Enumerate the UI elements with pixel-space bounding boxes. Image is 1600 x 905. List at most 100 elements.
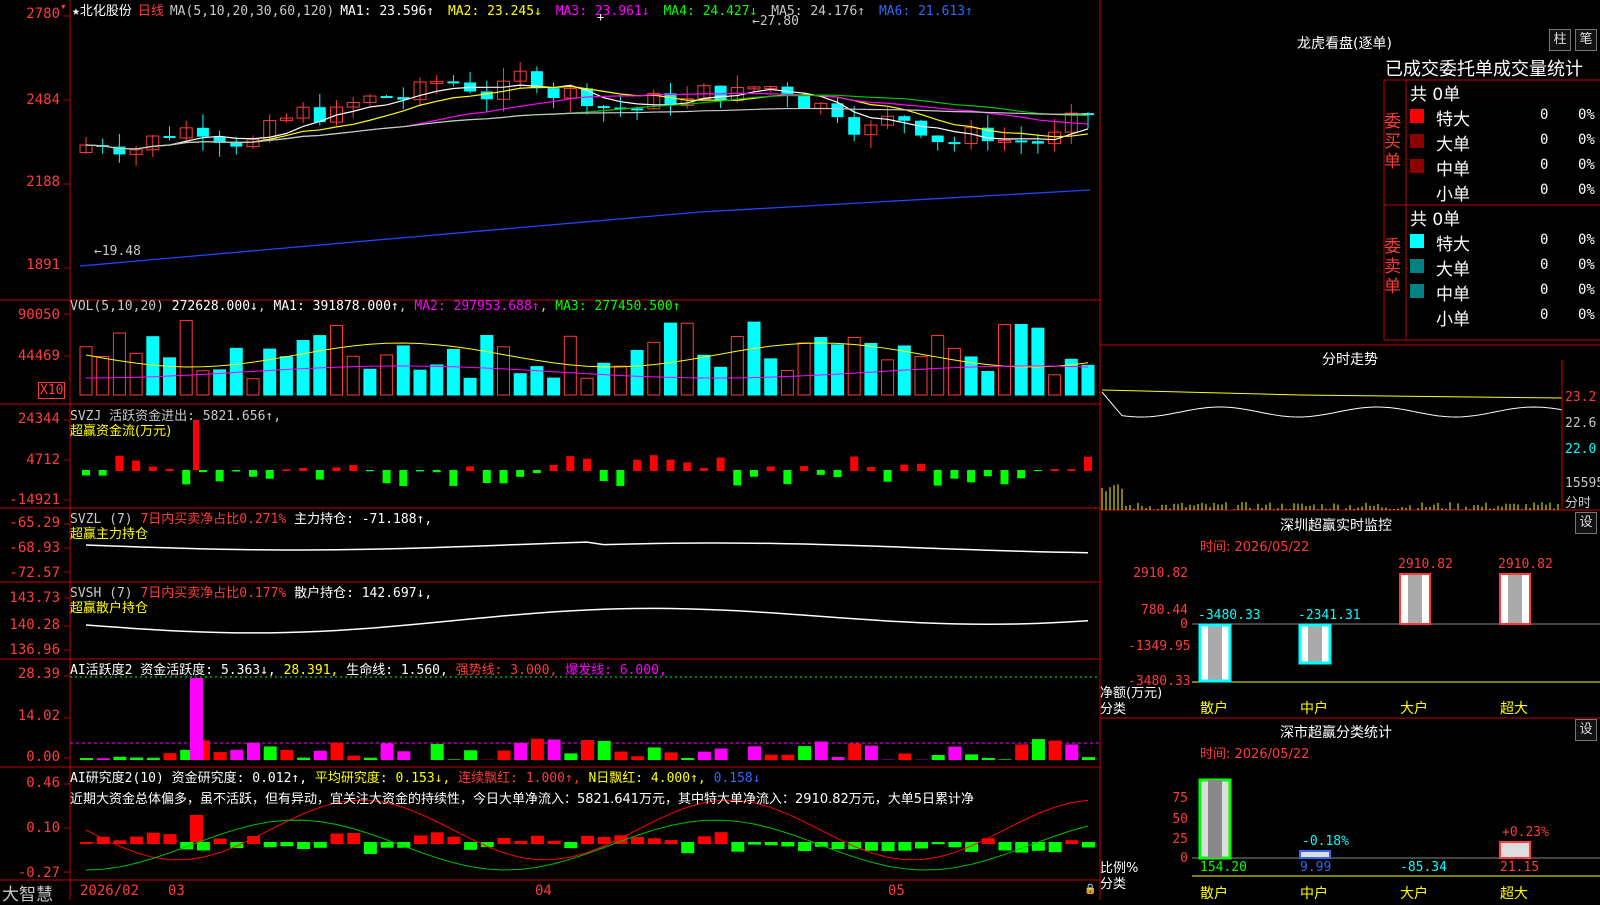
svzl-axis-bot: -72.57: [0, 565, 60, 581]
brand-logo[interactable]: 大智慧: [2, 880, 53, 905]
order-color-swatch: [1410, 159, 1424, 173]
candle-body: [230, 143, 242, 147]
svsh-ratio: 7日内买卖净占比0.177%: [140, 586, 286, 601]
buy-side-label: 委买单: [1384, 112, 1406, 172]
ai-research-axis-top: 0.46: [0, 775, 60, 791]
fund-flow-bar: [399, 470, 407, 486]
active-bar: [314, 751, 327, 760]
fund-flow-bar: [416, 470, 424, 471]
retail-hold-line: [86, 608, 1088, 633]
ai-research-header: AI研究度2(10) 资金研究度: 0.012↑, 平均研究度: 0.153↓,…: [70, 767, 761, 786]
ma-value-2: MA2: 23.245↓: [448, 4, 550, 19]
research-bar: [548, 841, 561, 844]
vol-unit-badge[interactable]: X10: [38, 382, 65, 399]
price-axis-label: 1891: [0, 257, 60, 273]
research-bar: [164, 834, 177, 844]
order-count: 0: [1540, 107, 1548, 123]
column-mode-button[interactable]: 柱: [1549, 29, 1571, 51]
monitor-settings-button[interactable]: 设: [1575, 512, 1597, 534]
volume-bar: [464, 378, 476, 395]
date-label-apr: 04: [535, 883, 552, 899]
active-bar: [982, 758, 995, 760]
date-label-mar: 03: [168, 883, 185, 899]
fund-flow-bar: [266, 470, 274, 479]
research-bar: [999, 842, 1012, 850]
order-type-label: 中单: [1436, 280, 1470, 305]
intraday-title: 分时走势: [1322, 349, 1378, 369]
monitor-xlabel: 分类: [1100, 698, 1126, 717]
order-percent: 0%: [1578, 107, 1595, 123]
active-bar: [431, 744, 444, 760]
candle-body: [898, 116, 910, 120]
research-bar: [564, 842, 577, 848]
class-axis-label: 0: [1150, 851, 1188, 866]
ma-value-4: MA4: 24.427↓: [663, 4, 765, 19]
ma-value-3: MA3: 23.961↓: [556, 4, 658, 19]
order-percent: 0%: [1578, 232, 1595, 248]
price-axis-label: 2484: [0, 92, 60, 108]
fund-flow-bar: [516, 470, 524, 477]
order-count: 0: [1540, 307, 1548, 323]
active-bar: [214, 752, 227, 760]
tick-mode-button[interactable]: 笔: [1575, 29, 1597, 51]
research-bar: [364, 842, 377, 854]
volume-bar: [865, 343, 877, 395]
order-type-label: 特大: [1436, 230, 1470, 255]
order-color-swatch: [1410, 234, 1424, 248]
volume-bar: [180, 321, 192, 395]
class-settings-button[interactable]: 设: [1575, 719, 1597, 741]
period-label[interactable]: 日线: [138, 4, 164, 19]
candle-body: [798, 96, 810, 109]
research-bar: [815, 842, 828, 847]
volume-bar: [230, 348, 242, 395]
volume-bar: [548, 378, 560, 395]
class-category-3: 大户: [1400, 883, 1428, 903]
class-bar: [1500, 842, 1530, 858]
research-bar: [798, 842, 811, 851]
research-bar: [715, 832, 728, 844]
research-bar: [865, 842, 878, 851]
fund-flow-bar: [299, 468, 307, 471]
ai-research-last: 0.158↓: [714, 771, 761, 786]
fund-flow-bar: [950, 470, 958, 479]
date-label-feb: 2026/02: [80, 883, 139, 899]
lock-icon[interactable]: 🔒: [1084, 884, 1096, 895]
active-bar: [297, 758, 310, 760]
fund-flow-bar: [767, 467, 775, 471]
fund-flow-bar: [750, 470, 758, 477]
order-count: 0: [1540, 132, 1548, 148]
ai-active-axis-mid: 14.02: [0, 708, 60, 724]
price-axis-label: 2188: [0, 174, 60, 190]
active-bar: [865, 746, 878, 760]
volume-bar: [331, 326, 343, 395]
research-bar: [431, 832, 444, 844]
ai-research-axis-mid: 0.10: [0, 820, 60, 836]
active-bar: [815, 741, 828, 760]
class-bar: [1300, 851, 1330, 858]
research-bar: [781, 842, 794, 846]
ai-research-title: AI研究度2(10) 资金研究度: 0.012↑,: [70, 771, 307, 786]
active-bar: [347, 756, 360, 760]
research-bar: [648, 838, 661, 844]
class-category-1: 散户: [1200, 883, 1228, 903]
svzj-sub: 超赢资金流(万元): [70, 420, 171, 439]
svzl-axis-mid: -68.93: [0, 540, 60, 556]
stock-name[interactable]: ★北化股份: [72, 4, 132, 19]
candle-body: [1015, 140, 1027, 142]
monitor-bar: [1208, 625, 1222, 681]
fund-flow-bar: [550, 465, 558, 471]
order-count: 0: [1540, 157, 1548, 173]
order-percent: 0%: [1578, 182, 1595, 198]
candle-body: [715, 86, 727, 101]
active-bar: [781, 755, 794, 760]
monitor-bar: [1308, 625, 1322, 663]
class-xlabel: 分类: [1100, 873, 1126, 892]
ai-active-axis-bot: 0.00: [0, 749, 60, 765]
active-bar: [681, 758, 694, 760]
fund-flow-bar: [733, 470, 741, 485]
active-bar: [698, 752, 711, 760]
research-bar: [214, 839, 227, 844]
ai-active-v2: 28.391,: [284, 663, 339, 678]
active-bar: [80, 758, 93, 760]
order-type-label: 小单: [1436, 305, 1470, 330]
